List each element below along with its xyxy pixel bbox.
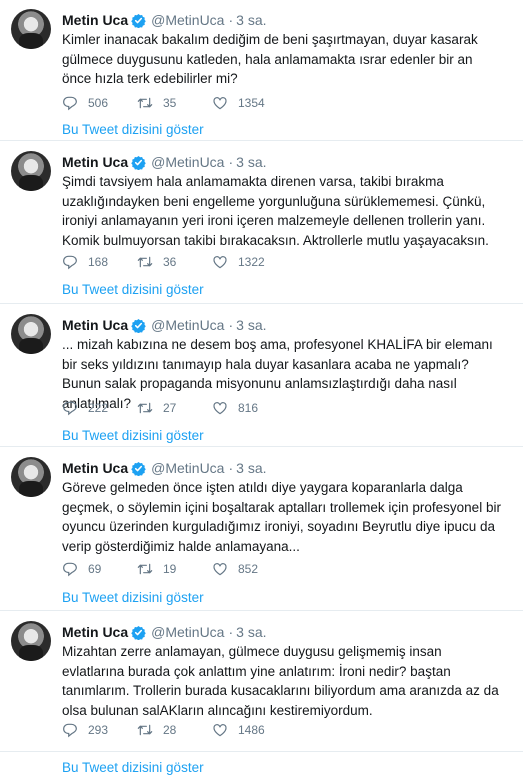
verified-badge-icon — [131, 625, 146, 640]
reply-count: 69 — [88, 562, 102, 576]
tweet-header: Metin Uca @MetinUca · 3 sa. — [62, 11, 267, 29]
tweet-actions: 69 19 852 — [62, 561, 285, 577]
reply-button[interactable]: 222 — [62, 400, 137, 416]
handle[interactable]: @MetinUca — [151, 317, 224, 333]
verified-badge-icon — [131, 155, 146, 170]
like-count: 1322 — [238, 255, 265, 269]
show-thread-link[interactable]: Bu Tweet dizisini göster — [62, 428, 204, 443]
tweet-header: Metin Uca @MetinUca · 3 sa. — [62, 153, 267, 171]
timestamp[interactable]: 3 sa. — [236, 460, 266, 476]
tweet-actions: 506 35 1354 — [62, 95, 285, 111]
tweet-actions: 168 36 1322 — [62, 254, 285, 270]
display-name[interactable]: Metin Uca — [62, 317, 128, 333]
avatar[interactable] — [11, 457, 51, 497]
display-name[interactable]: Metin Uca — [62, 624, 128, 640]
reply-icon — [63, 401, 77, 416]
verified-badge-icon — [131, 13, 146, 28]
retweet-count: 35 — [163, 96, 177, 110]
separator-dot: · — [228, 317, 234, 333]
tweet-actions: 222 27 816 — [62, 400, 285, 416]
like-count: 1486 — [238, 723, 265, 737]
timestamp[interactable]: 3 sa. — [236, 12, 266, 28]
separator-dot: · — [228, 624, 234, 640]
like-button[interactable]: 852 — [212, 561, 285, 577]
like-button[interactable]: 1322 — [212, 254, 285, 270]
retweet-icon — [137, 402, 153, 414]
reply-button[interactable]: 69 — [62, 561, 137, 577]
avatar[interactable] — [11, 621, 51, 661]
retweet-icon — [137, 97, 153, 109]
reply-icon — [63, 723, 77, 738]
avatar[interactable] — [11, 9, 51, 49]
like-count: 852 — [238, 562, 259, 576]
heart-icon — [213, 97, 227, 110]
tweet[interactable]: Metin Uca @MetinUca · 3 sa. Kimler inana… — [0, 0, 523, 141]
show-thread-link[interactable]: Bu Tweet dizisini göster — [62, 590, 204, 605]
separator-dot: · — [228, 12, 234, 28]
display-name[interactable]: Metin Uca — [62, 460, 128, 476]
handle[interactable]: @MetinUca — [151, 460, 224, 476]
heart-icon — [213, 256, 227, 269]
tweet-actions: 293 28 1486 — [62, 722, 285, 738]
tweet[interactable]: Metin Uca @MetinUca · 3 sa. Göreve gelme… — [0, 448, 523, 611]
separator-dot: · — [228, 460, 234, 476]
reply-count: 506 — [88, 96, 109, 110]
display-name[interactable]: Metin Uca — [62, 154, 128, 170]
reply-count: 222 — [88, 401, 109, 415]
heart-icon — [213, 563, 227, 576]
like-count: 816 — [238, 401, 259, 415]
retweet-count: 27 — [163, 401, 177, 415]
avatar[interactable] — [11, 151, 51, 191]
tweet-text: Şimdi tavsiyem hala anlamamakta direnen … — [62, 174, 489, 248]
handle[interactable]: @MetinUca — [151, 12, 224, 28]
reply-button[interactable]: 168 — [62, 254, 137, 270]
reply-count: 168 — [88, 255, 109, 269]
retweet-count: 19 — [163, 562, 177, 576]
retweet-button[interactable]: 35 — [137, 95, 212, 111]
like-button[interactable]: 1486 — [212, 722, 285, 738]
separator-dot: · — [228, 154, 234, 170]
tweet-header: Metin Uca @MetinUca · 3 sa. — [62, 623, 267, 641]
retweet-icon — [137, 563, 153, 575]
heart-icon — [213, 724, 227, 737]
tweet[interactable]: Metin Uca @MetinUca · 3 sa. Şimdi tavsiy… — [0, 142, 523, 304]
like-count: 1354 — [238, 96, 265, 110]
tweet[interactable]: Metin Uca @MetinUca · 3 sa. Mizahtan zer… — [0, 612, 523, 775]
retweet-count: 36 — [163, 255, 177, 269]
reply-icon — [63, 255, 77, 270]
reply-icon — [63, 562, 77, 577]
tweet-text: Kimler inanacak bakalım dediğim de beni … — [62, 32, 478, 86]
handle[interactable]: @MetinUca — [151, 624, 224, 640]
tweet[interactable]: Metin Uca @MetinUca · 3 sa. ... mizah ka… — [0, 305, 523, 447]
retweet-button[interactable]: 28 — [137, 722, 212, 738]
reply-button[interactable]: 506 — [62, 95, 137, 111]
retweet-button[interactable]: 27 — [137, 400, 212, 416]
show-thread-link[interactable]: Bu Tweet dizisini göster — [62, 760, 204, 775]
retweet-icon — [137, 256, 153, 268]
reply-icon — [63, 96, 77, 111]
handle[interactable]: @MetinUca — [151, 154, 224, 170]
tweet-text: Göreve gelmeden önce işten atıldı diye y… — [62, 480, 501, 554]
verified-badge-icon — [131, 318, 146, 333]
retweet-icon — [137, 724, 153, 736]
verified-badge-icon — [131, 461, 146, 476]
retweet-count: 28 — [163, 723, 177, 737]
heart-icon — [213, 402, 227, 415]
tweet-text: Mizahtan zerre anlamayan, gülmece duygus… — [62, 644, 499, 718]
like-button[interactable]: 816 — [212, 400, 285, 416]
timestamp[interactable]: 3 sa. — [236, 624, 266, 640]
timestamp[interactable]: 3 sa. — [236, 154, 266, 170]
retweet-button[interactable]: 36 — [137, 254, 212, 270]
retweet-button[interactable]: 19 — [137, 561, 212, 577]
tweet-header: Metin Uca @MetinUca · 3 sa. — [62, 459, 267, 477]
like-button[interactable]: 1354 — [212, 95, 285, 111]
timestamp[interactable]: 3 sa. — [236, 317, 266, 333]
tweet-header: Metin Uca @MetinUca · 3 sa. — [62, 316, 267, 334]
display-name[interactable]: Metin Uca — [62, 12, 128, 28]
show-thread-link[interactable]: Bu Tweet dizisini göster — [62, 282, 204, 297]
show-thread-link[interactable]: Bu Tweet dizisini göster — [62, 122, 204, 137]
avatar[interactable] — [11, 314, 51, 354]
reply-button[interactable]: 293 — [62, 722, 137, 738]
reply-count: 293 — [88, 723, 109, 737]
